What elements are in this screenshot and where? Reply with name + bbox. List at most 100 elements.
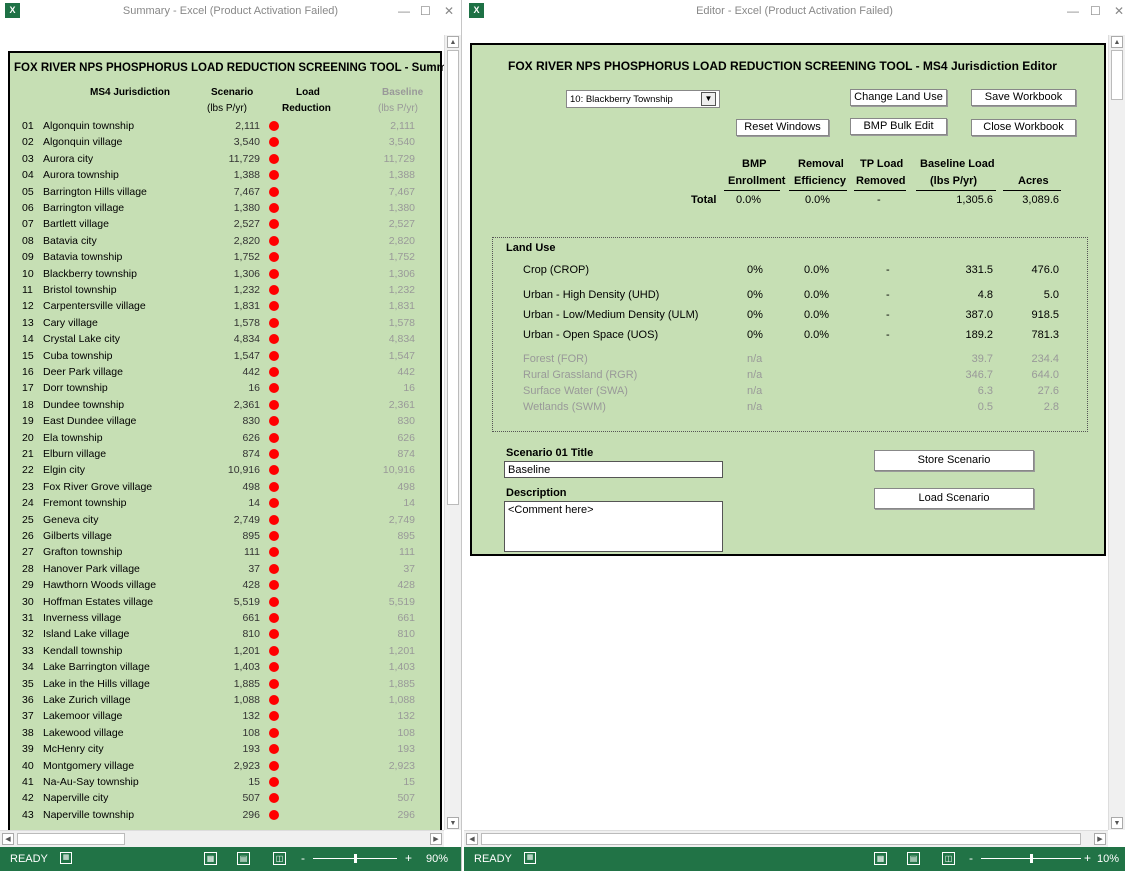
page-break-icon[interactable]: ◫: [942, 852, 955, 865]
status-dot-icon: [269, 514, 279, 525]
zoom-slider-thumb[interactable]: [1030, 854, 1033, 863]
land-use-baseline: 6.3: [977, 385, 993, 397]
row-name: Fremont township: [43, 497, 127, 510]
header-removal: Removal: [798, 158, 844, 170]
scroll-thumb[interactable]: [481, 833, 1081, 845]
store-scenario-button[interactable]: Store Scenario: [874, 450, 1034, 471]
horizontal-scrollbar[interactable]: ◀ ▶: [0, 830, 444, 847]
summary-sheet: FOX RIVER NPS PHOSPHORUS LOAD REDUCTION …: [0, 35, 444, 830]
row-name: Na-Au-Say township: [43, 776, 139, 788]
zoom-slider-thumb[interactable]: [354, 854, 357, 863]
land-use-removal[interactable]: 0.0%: [804, 264, 829, 276]
scroll-thumb[interactable]: [1111, 50, 1123, 100]
zoom-in-button[interactable]: +: [405, 851, 412, 865]
row-baseline: 442: [397, 366, 415, 378]
row-name: Batavia city: [43, 234, 97, 247]
row-scenario: 5,519: [233, 595, 260, 608]
save-workbook-button[interactable]: Save Workbook: [971, 89, 1076, 106]
reset-windows-button[interactable]: Reset Windows: [736, 119, 829, 136]
bmp-bulk-edit-button[interactable]: BMP Bulk Edit: [850, 118, 947, 135]
land-use-row[interactable]: Urban - Low/Medium Density (ULM) 0% 0.0% - 3…: [493, 307, 1087, 324]
land-use-removal[interactable]: 0.0%: [804, 289, 829, 301]
scenario-title-field[interactable]: Baseline: [504, 461, 723, 478]
row-number: 20: [22, 431, 34, 444]
row-baseline: 14: [403, 497, 415, 510]
table-row: 25 Geneva city 2,749 2,749: [10, 512, 440, 528]
row-number: 39: [22, 743, 34, 756]
row-name: Carpentersville village: [43, 300, 146, 313]
zoom-out-button[interactable]: -: [301, 851, 305, 865]
description-field[interactable]: <Comment here>: [504, 501, 723, 552]
row-baseline: 15: [403, 776, 415, 788]
maximize-icon[interactable]: ☐: [1090, 4, 1101, 18]
status-dot-icon: [269, 727, 279, 738]
land-use-row[interactable]: Crop (CROP) 0% 0.0% - 331.5 476.0: [493, 262, 1087, 279]
scroll-up-icon[interactable]: ▲: [447, 36, 459, 48]
land-use-bmp[interactable]: 0%: [747, 264, 763, 276]
zoom-in-button[interactable]: +: [1084, 851, 1091, 865]
scroll-left-icon[interactable]: ◀: [2, 833, 14, 845]
macro-icon[interactable]: ▦: [524, 852, 536, 864]
page-break-icon[interactable]: ◫: [273, 852, 286, 865]
land-use-bmp[interactable]: 0%: [747, 309, 763, 321]
vertical-scrollbar[interactable]: ▲ ▼: [1108, 35, 1125, 830]
row-baseline: 193: [397, 743, 415, 756]
scroll-down-icon[interactable]: ▼: [447, 817, 459, 829]
scroll-thumb[interactable]: [447, 50, 459, 505]
table-row: 33 Kendall township 1,201 1,201: [10, 643, 440, 659]
scroll-left-icon[interactable]: ◀: [466, 833, 478, 845]
maximize-icon[interactable]: ☐: [420, 4, 431, 18]
minimize-icon[interactable]: —: [398, 4, 410, 18]
row-name: Barrington Hills village: [43, 185, 147, 198]
land-use-removal[interactable]: 0.0%: [804, 309, 829, 321]
zoom-out-button[interactable]: -: [969, 851, 973, 865]
status-dot-icon: [269, 219, 279, 230]
land-use-acres: 781.3: [1031, 329, 1059, 341]
scroll-right-icon[interactable]: ▶: [430, 833, 442, 845]
row-name: Algonquin township: [43, 120, 135, 132]
table-row: 13 Cary village 1,578 1,578: [10, 315, 440, 331]
page-layout-icon[interactable]: ▤: [237, 852, 250, 865]
row-name: Batavia township: [43, 251, 123, 264]
normal-view-icon[interactable]: ▦: [874, 852, 887, 865]
minimize-icon[interactable]: —: [1067, 4, 1079, 18]
land-use-bmp[interactable]: 0%: [747, 289, 763, 301]
jurisdiction-dropdown[interactable]: 10: Blackberry Township ▼: [566, 90, 720, 108]
row-name: Lakemoor village: [43, 710, 123, 723]
description-value: <Comment here>: [508, 504, 594, 516]
close-icon[interactable]: ✕: [1114, 4, 1124, 18]
row-name: Hawthorn Woods village: [43, 579, 157, 592]
status-dot-icon: [269, 399, 279, 410]
vertical-scrollbar[interactable]: ▲ ▼: [444, 35, 461, 830]
land-use-row[interactable]: Urban - Open Space (UOS) 0% 0.0% - 189.2 781.…: [493, 327, 1087, 344]
total-tp: -: [877, 194, 881, 206]
page-layout-icon[interactable]: ▤: [907, 852, 920, 865]
row-baseline: 661: [397, 612, 415, 624]
table-row: 42 Naperville city 507 507: [10, 790, 440, 806]
close-workbook-button[interactable]: Close Workbook: [971, 119, 1076, 136]
land-use-bmp[interactable]: 0%: [747, 329, 763, 341]
row-baseline: 1,306: [388, 267, 415, 280]
change-land-use-button[interactable]: Change Land Use: [850, 89, 947, 106]
chevron-down-icon[interactable]: ▼: [701, 92, 716, 106]
scroll-up-icon[interactable]: ▲: [1111, 36, 1123, 48]
row-baseline: 810: [397, 628, 415, 641]
row-name: Inverness village: [43, 612, 122, 624]
load-scenario-button[interactable]: Load Scenario: [874, 488, 1034, 509]
row-baseline: 874: [397, 448, 415, 460]
row-name: Crystal Lake city: [43, 333, 121, 346]
status-dot-icon: [269, 235, 279, 246]
status-dot-icon: [269, 711, 279, 722]
scroll-right-icon[interactable]: ▶: [1094, 833, 1106, 845]
row-number: 42: [22, 792, 34, 805]
land-use-removal[interactable]: 0.0%: [804, 329, 829, 341]
table-row: 14 Crystal Lake city 4,834 4,834: [10, 331, 440, 347]
macro-icon[interactable]: ▦: [60, 852, 72, 864]
close-icon[interactable]: ✕: [444, 4, 454, 18]
land-use-row[interactable]: Urban - High Density (UHD) 0% 0.0% - 4.8 5.0: [493, 287, 1087, 304]
scroll-down-icon[interactable]: ▼: [1111, 817, 1123, 829]
normal-view-icon[interactable]: ▦: [204, 852, 217, 865]
table-row: 28 Hanover Park village 37 37: [10, 561, 440, 577]
horizontal-scrollbar[interactable]: ◀ ▶: [464, 830, 1108, 847]
scroll-thumb[interactable]: [17, 833, 125, 845]
